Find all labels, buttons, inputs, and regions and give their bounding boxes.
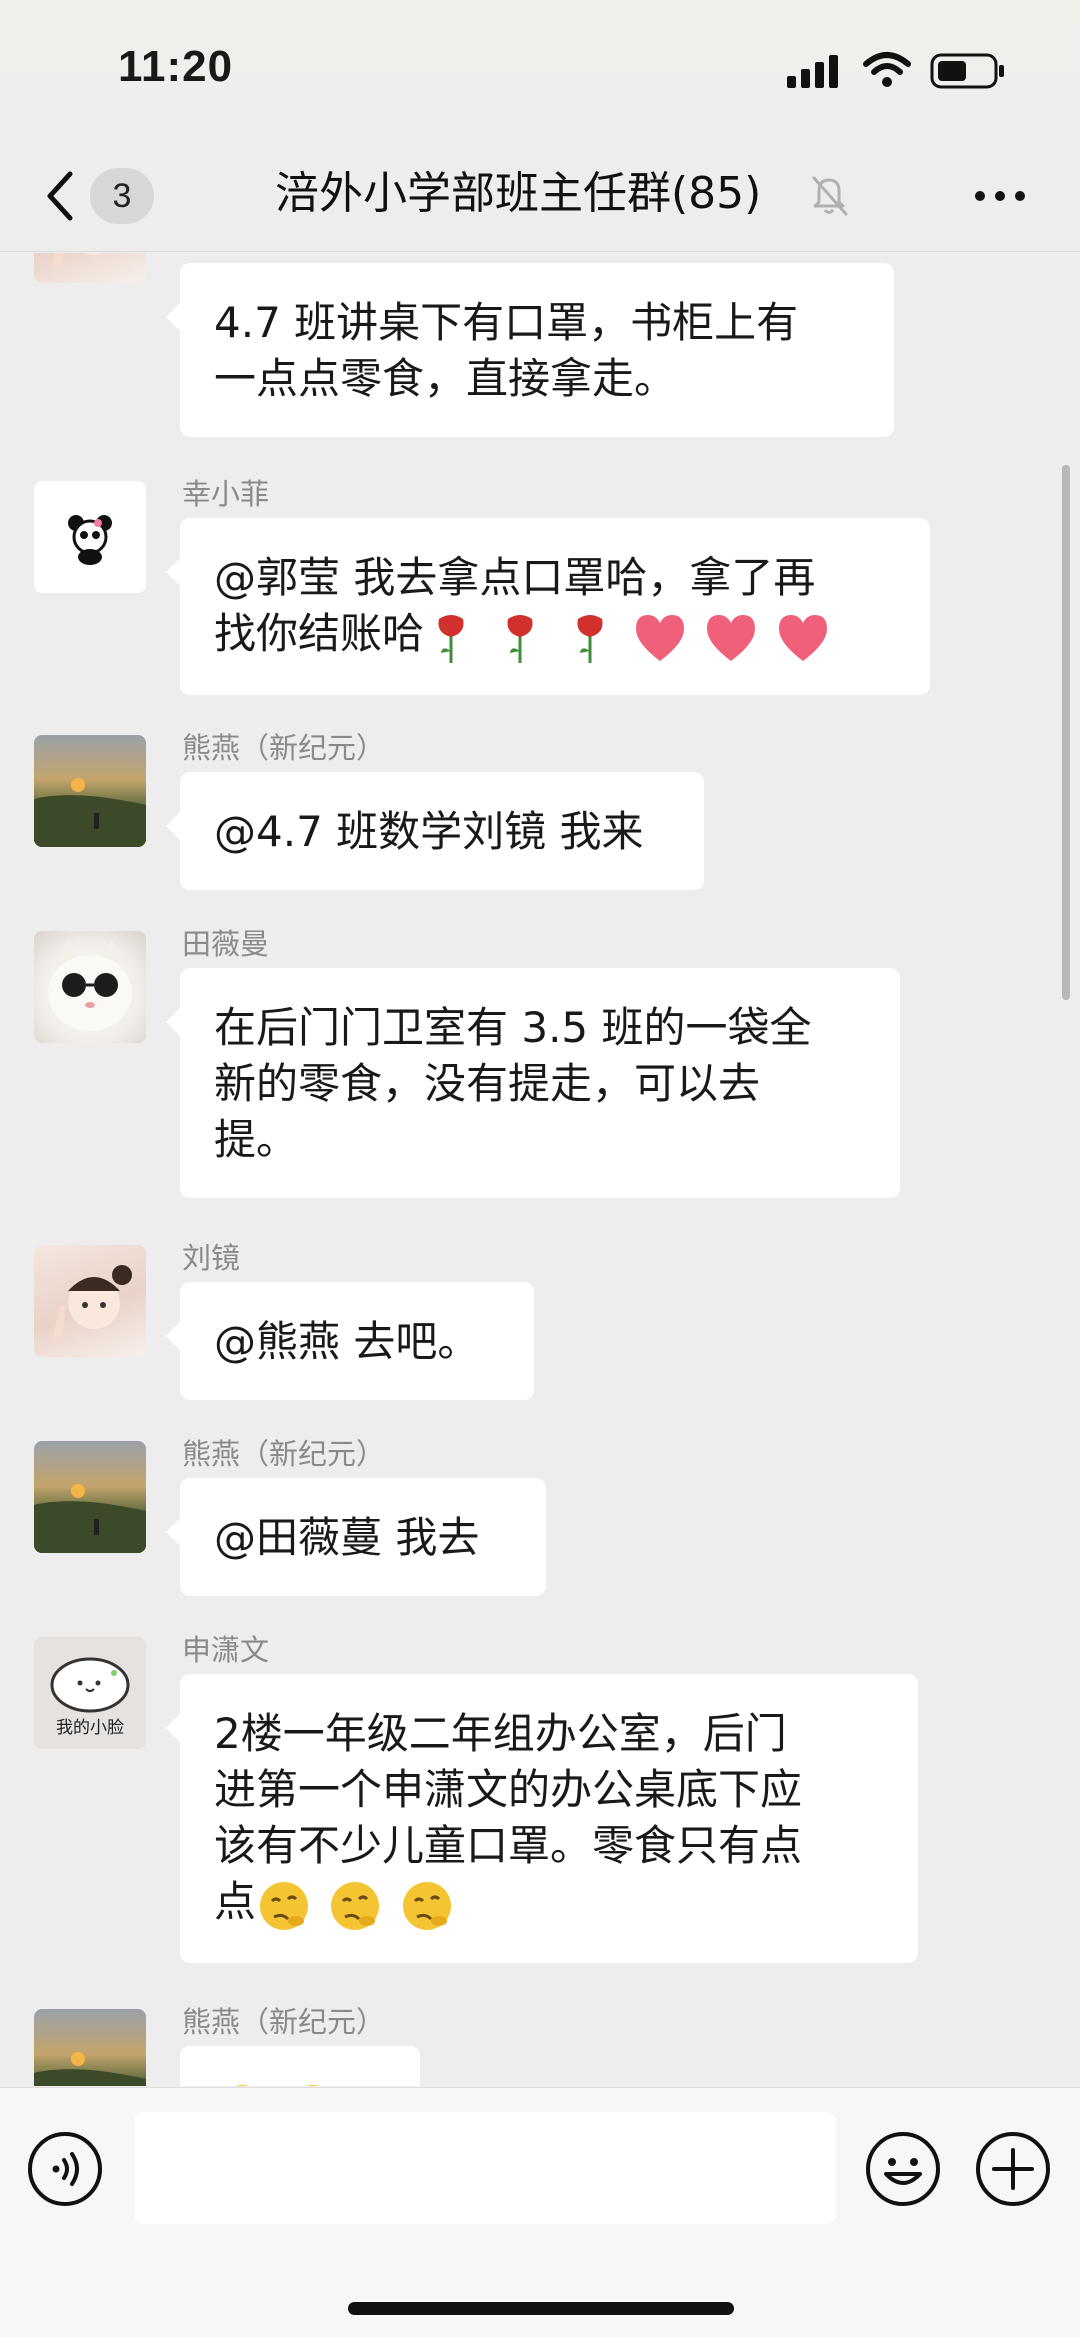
heart-icon bbox=[636, 615, 685, 662]
status-time: 11:20 bbox=[118, 42, 234, 91]
sunset-hill-avatar bbox=[34, 1484, 146, 1553]
avatar-caption: 我的小脸 bbox=[56, 1718, 124, 1738]
sender-name: 熊燕（新纪元） bbox=[182, 2005, 386, 2039]
message-bubble[interactable]: @4.7 班数学刘镜 我来 bbox=[166, 772, 704, 890]
message-input[interactable] bbox=[134, 2112, 836, 2224]
plus-icon[interactable] bbox=[974, 2130, 1052, 2208]
status-bar: 11:20 bbox=[0, 0, 1080, 140]
sunset-hill-avatar bbox=[34, 778, 146, 847]
rose-icon bbox=[507, 615, 533, 664]
message-text-line: 一点点零食，直接拿走。 bbox=[214, 354, 677, 403]
cellular-signal-icon bbox=[787, 55, 838, 88]
avatar[interactable] bbox=[34, 931, 146, 1043]
cat-sunglasses-avatar bbox=[48, 939, 132, 1031]
thinking-face-icon bbox=[402, 1882, 451, 1931]
message-text-line: 新的零食，没有提走，可以去 bbox=[214, 1059, 761, 1108]
sender-name: 熊燕（新纪元） bbox=[182, 731, 386, 765]
emoji-group bbox=[256, 1876, 457, 1934]
voice-icon[interactable] bbox=[26, 2130, 104, 2208]
avatar[interactable] bbox=[34, 1441, 146, 1553]
message-text-line: @4.7 班数学刘镜 我来 bbox=[214, 807, 644, 856]
smile-icon[interactable] bbox=[864, 2130, 942, 2208]
message-bubble[interactable]: 4.7 班讲桌下有口罩，书柜上有 一点点零食，直接拿走。 bbox=[166, 263, 894, 437]
message-text-line: 点 bbox=[214, 1874, 886, 1933]
avatar[interactable] bbox=[34, 735, 146, 847]
sender-name: 刘镜 bbox=[182, 1241, 241, 1275]
message-text-line: 提。 bbox=[214, 1115, 299, 1164]
thinking-face-icon bbox=[331, 1882, 380, 1931]
message-text-fragment: 找你结账哈 bbox=[214, 609, 425, 658]
message-bubble[interactable]: @熊燕 去吧。 bbox=[166, 1282, 534, 1400]
message-text-line: 2楼一年级二年组办公室，后门 bbox=[214, 1709, 787, 1758]
scrollbar[interactable] bbox=[1062, 465, 1070, 1000]
sunset-hill-avatar bbox=[34, 2052, 146, 2086]
rose-icon bbox=[438, 615, 464, 664]
chevron-left-icon[interactable] bbox=[40, 166, 80, 226]
emoji-group bbox=[214, 2078, 388, 2086]
unread-count-badge[interactable]: 3 bbox=[90, 168, 154, 224]
girl-peace-sign-avatar bbox=[52, 253, 104, 267]
avatar[interactable] bbox=[34, 253, 146, 283]
heart-icon bbox=[707, 615, 756, 662]
thinking-face-icon bbox=[233, 2084, 251, 2086]
message-text-line: @熊燕 去吧。 bbox=[214, 1317, 480, 1366]
wifi-icon bbox=[863, 52, 911, 87]
battery-icon bbox=[930, 53, 1004, 89]
girl-peace-sign-avatar bbox=[52, 1265, 132, 1341]
message-bubble[interactable]: 在后门门卫室有 3.5 班的一袋全 新的零食，没有提走，可以去 提。 bbox=[166, 968, 900, 1198]
message-text-line bbox=[214, 2078, 388, 2086]
message-text-line: 该有不少儿童口罩。零食只有点 bbox=[214, 1821, 803, 1870]
message-bubble[interactable]: @郭莹 我去拿点口罩哈，拿了再 找你结账哈 bbox=[166, 518, 930, 696]
message-text-line: 4.7 班讲桌下有口罩，书柜上有 bbox=[214, 298, 799, 347]
sender-name: 申潇文 bbox=[182, 1633, 270, 1667]
message-text-line: @郭莹 我去拿点口罩哈，拿了再 bbox=[214, 553, 816, 602]
ellipsis-icon[interactable] bbox=[972, 186, 1028, 206]
message-text-fragment: 点 bbox=[214, 1877, 257, 1926]
chat-header: 3 涪外小学部班主任群(85) bbox=[0, 140, 1080, 252]
avatar[interactable]: 我的小脸 bbox=[34, 1637, 146, 1749]
bun-avatar: 我的小脸 bbox=[50, 1657, 130, 1738]
chat-title[interactable]: 涪外小学部班主任群(85) bbox=[275, 164, 761, 224]
message-text-line: 在后门门卫室有 3.5 班的一袋全 bbox=[214, 1003, 812, 1052]
bell-slash-icon bbox=[812, 176, 848, 216]
home-indicator bbox=[348, 2302, 734, 2315]
emoji-group bbox=[424, 608, 833, 666]
sender-name: 幸小菲 bbox=[182, 477, 270, 511]
thinking-face-icon bbox=[260, 1882, 309, 1931]
message-text-line: 找你结账哈 bbox=[214, 606, 898, 665]
heart-icon bbox=[778, 615, 827, 662]
message-text-line: @田薇蔓 我去 bbox=[214, 1513, 480, 1562]
message-bubble[interactable] bbox=[180, 2046, 420, 2086]
message-text-line: 进第一个申潇文的办公桌底下应 bbox=[214, 1765, 803, 1814]
thinking-face-icon bbox=[305, 2084, 322, 2086]
message-bubble[interactable]: 2楼一年级二年组办公室，后门 进第一个申潇文的办公桌底下应 该有不少儿童口罩。零… bbox=[166, 1674, 918, 1964]
input-bar bbox=[0, 2087, 1080, 2337]
sender-name: 田薇曼 bbox=[182, 927, 270, 961]
rose-icon bbox=[577, 615, 603, 664]
sender-name: 熊燕（新纪元） bbox=[182, 1437, 386, 1471]
avatar[interactable] bbox=[34, 1245, 146, 1357]
panda-avatar bbox=[68, 515, 112, 565]
message-list[interactable]: 4.7 班讲桌下有口罩，书柜上有 一点点零食，直接拿走。 幸小菲 @郭莹 我去拿… bbox=[0, 253, 1080, 2086]
avatar[interactable] bbox=[34, 481, 146, 593]
message-bubble[interactable]: @田薇蔓 我去 bbox=[166, 1478, 546, 1596]
avatar[interactable] bbox=[34, 2009, 146, 2086]
